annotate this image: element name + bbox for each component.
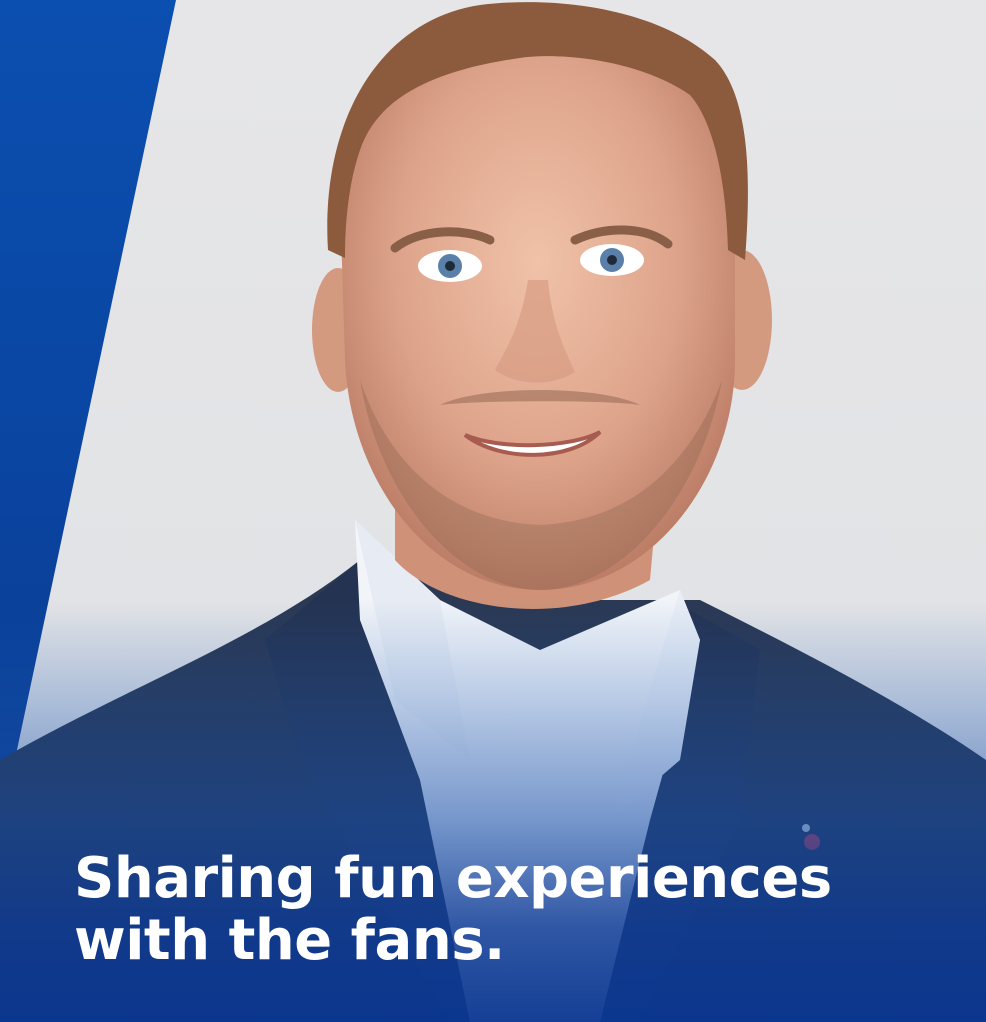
headline-line-1: Sharing fun experiences [74, 846, 832, 911]
headline: Sharing fun experiences with the fans. [74, 848, 954, 972]
headline-line-2: with the fans. [74, 908, 505, 973]
promo-poster: Sharing fun experiences with the fans. [0, 0, 986, 1022]
